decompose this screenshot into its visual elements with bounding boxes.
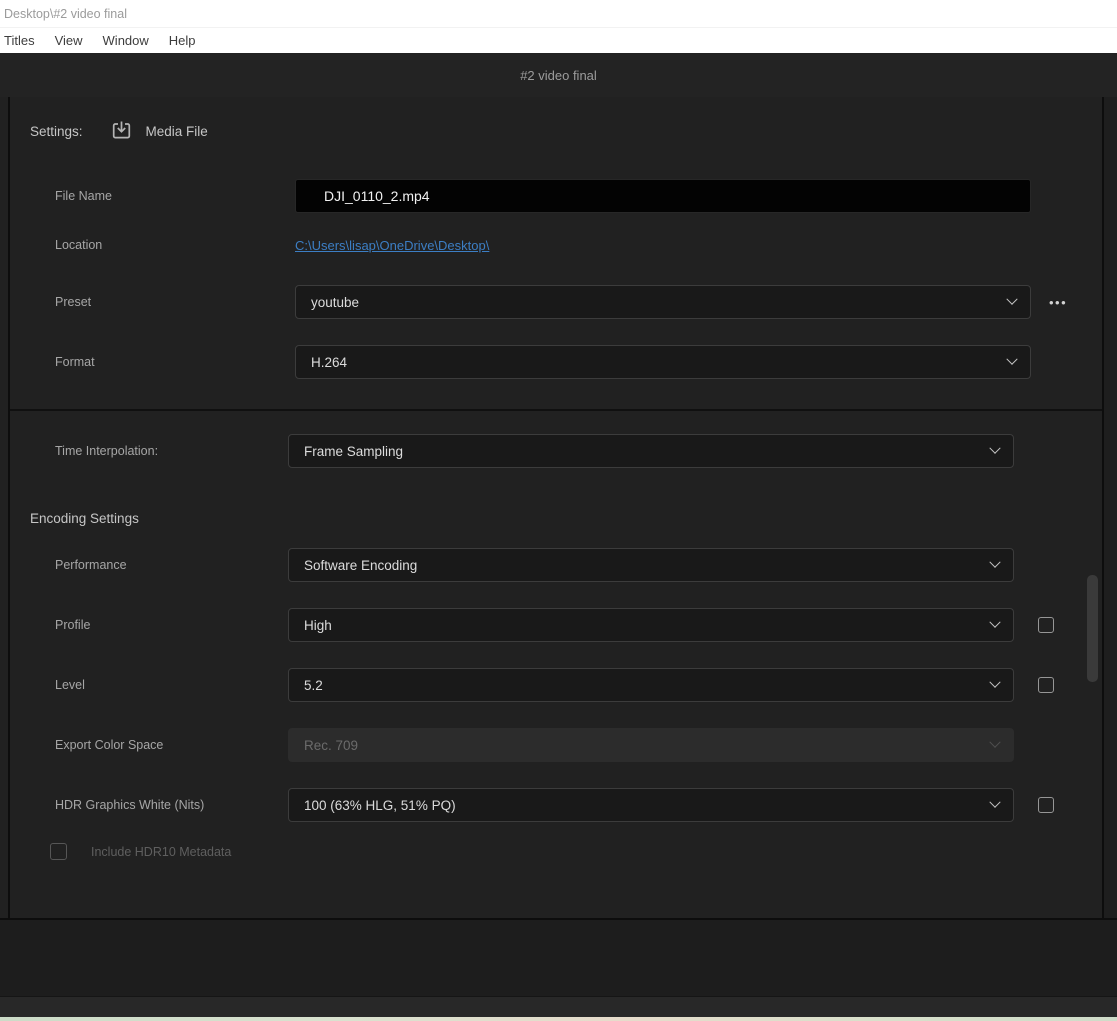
scrollbar-thumb[interactable]: [1087, 575, 1098, 682]
preset-dropdown[interactable]: youtube: [295, 285, 1031, 319]
hdr-graphics-white-checkbox[interactable]: [1038, 797, 1054, 813]
profile-checkbox[interactable]: [1038, 617, 1054, 633]
level-value: 5.2: [304, 677, 323, 693]
menu-item-view[interactable]: View: [49, 31, 89, 50]
export-settings-panel: Settings: Media File File Name Location …: [0, 97, 1117, 920]
level-dropdown[interactable]: 5.2: [288, 668, 1014, 702]
profile-dropdown[interactable]: High: [288, 608, 1014, 642]
preset-row: Preset youtube •••: [0, 285, 1117, 319]
include-hdr10-label: Include HDR10 Metadata: [91, 844, 232, 859]
settings-label: Settings:: [30, 123, 83, 139]
location-label: Location: [55, 238, 103, 252]
chevron-down-icon: [989, 796, 1001, 808]
time-interpolation-label: Time Interpolation:: [55, 444, 159, 458]
hdr-graphics-white-label: HDR Graphics White (Nits): [55, 798, 205, 812]
hdr-graphics-white-row: HDR Graphics White (Nits) 100 (63% HLG, …: [0, 788, 1117, 822]
window-title: Desktop\#2 video final: [0, 0, 1117, 28]
level-row: Level 5.2: [0, 668, 1117, 702]
menu-item-window[interactable]: Window: [97, 31, 155, 50]
preset-value: youtube: [311, 294, 360, 310]
location-link[interactable]: C:\Users\lisap\OneDrive\Desktop\: [295, 238, 489, 253]
format-dropdown[interactable]: H.264: [295, 345, 1031, 379]
settings-target-label: Media File: [145, 123, 208, 139]
format-value: H.264: [311, 354, 348, 370]
menu-item-help[interactable]: Help: [163, 31, 202, 50]
time-interpolation-row: Time Interpolation: Frame Sampling: [0, 434, 1117, 468]
file-name-label: File Name: [55, 189, 112, 203]
chevron-down-icon: [989, 676, 1001, 688]
chevron-down-icon: [1006, 293, 1018, 305]
time-interpolation-dropdown[interactable]: Frame Sampling: [288, 434, 1014, 468]
include-hdr10-checkbox: [50, 843, 67, 860]
performance-dropdown[interactable]: Software Encoding: [288, 548, 1014, 582]
format-label: Format: [55, 355, 95, 369]
chevron-down-icon: [989, 442, 1001, 454]
profile-value: High: [304, 617, 332, 633]
chevron-down-icon: [989, 556, 1001, 568]
file-name-input[interactable]: [295, 179, 1031, 213]
document-title: #2 video final: [520, 67, 597, 83]
format-row: Format H.264: [0, 345, 1117, 379]
encoding-settings-title: Encoding Settings: [30, 511, 139, 526]
document-header-bar: #2 video final: [0, 53, 1117, 97]
level-checkbox[interactable]: [1038, 677, 1054, 693]
hdr-graphics-white-value: 100 (63% HLG, 51% PQ): [304, 797, 456, 813]
menu-item-titles[interactable]: Titles: [4, 31, 41, 50]
performance-label: Performance: [55, 558, 127, 572]
section-divider: [10, 409, 1102, 411]
include-hdr10-row: Include HDR10 Metadata: [50, 843, 231, 860]
hdr-graphics-white-dropdown[interactable]: 100 (63% HLG, 51% PQ): [288, 788, 1014, 822]
performance-row: Performance Software Encoding: [0, 548, 1117, 582]
performance-value: Software Encoding: [304, 557, 418, 573]
menu-bar: Titles View Window Help: [0, 28, 1117, 53]
chevron-down-icon: [989, 736, 1001, 748]
profile-row: Profile High: [0, 608, 1117, 642]
level-label: Level: [55, 678, 85, 692]
bottom-status-bar: [0, 996, 1117, 1017]
time-interpolation-value: Frame Sampling: [304, 443, 404, 459]
export-color-space-row: Export Color Space Rec. 709: [0, 728, 1117, 762]
location-row: Location C:\Users\lisap\OneDrive\Desktop…: [0, 233, 1117, 257]
chevron-down-icon: [1006, 353, 1018, 365]
chevron-down-icon: [989, 616, 1001, 628]
more-options-icon[interactable]: •••: [1049, 295, 1067, 310]
bottom-edge-strip: [0, 1017, 1117, 1021]
lower-empty-region: [0, 920, 1117, 996]
preset-label: Preset: [55, 295, 92, 309]
settings-header: Settings: Media File: [30, 119, 208, 143]
file-name-row: File Name: [0, 179, 1117, 213]
export-color-space-dropdown: Rec. 709: [288, 728, 1014, 762]
profile-label: Profile: [55, 618, 91, 632]
export-color-space-value: Rec. 709: [304, 737, 359, 753]
export-color-space-label: Export Color Space: [55, 738, 164, 752]
export-media-icon: [111, 121, 132, 141]
